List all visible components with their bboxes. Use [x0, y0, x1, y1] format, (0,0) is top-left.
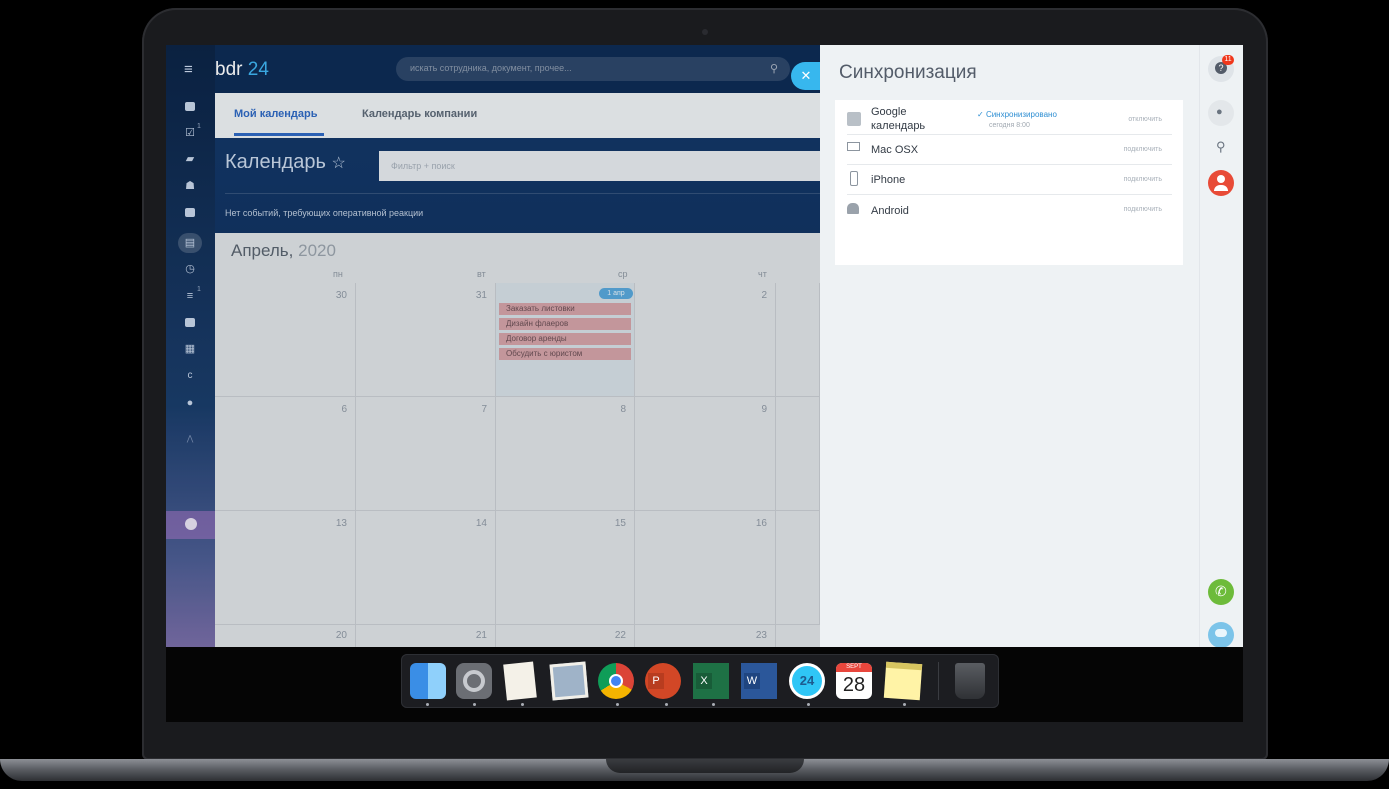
dock-separator: [938, 662, 939, 700]
sync-list: Google календарь ✓ Синхронизировано сего…: [835, 100, 1183, 265]
calendar-app-icon[interactable]: SEPT 28: [836, 663, 872, 699]
running-indicator: [426, 703, 429, 706]
user-button[interactable]: [1208, 170, 1234, 196]
panel-title: Синхронизация: [839, 62, 977, 83]
sync-row-google: Google календарь ✓ Синхронизировано сего…: [847, 102, 1172, 135]
calendar-app-day: 28: [842, 674, 866, 696]
running-indicator: [473, 703, 476, 706]
macos-dock: P X W 24 SEPT 28: [401, 654, 999, 708]
running-indicator: [712, 703, 715, 706]
sync-name: Google: [871, 106, 907, 118]
textedit-icon[interactable]: [503, 661, 537, 701]
laptop-notch: [606, 759, 804, 773]
close-icon: ✕: [800, 68, 812, 83]
connect-link[interactable]: подключить: [1124, 176, 1162, 183]
trash-icon[interactable]: [955, 663, 985, 699]
camera-icon: [702, 29, 708, 35]
close-panel-button[interactable]: ✕: [791, 62, 821, 90]
overlay-dim: [166, 45, 820, 647]
screen: ☑ 1 ▰ ☗ ▤ ◷ ≡ 1 ▦ c ● ⋀ ≡ bdr 24 искать …: [166, 45, 1243, 647]
sync-name: Mac OSX: [871, 144, 919, 156]
sync-row-android: Android подключить: [847, 194, 1172, 224]
notifications-button[interactable]: ●: [1208, 100, 1234, 126]
open-lines-button[interactable]: [1208, 622, 1234, 647]
android-icon: [847, 203, 859, 214]
sync-panel: Синхронизация Google календарь ✓ Синхрон…: [820, 45, 1243, 647]
google-calendar-icon: [847, 112, 861, 126]
phone-icon: [850, 171, 858, 186]
sync-name: iPhone: [871, 174, 906, 186]
connect-link[interactable]: подключить: [1124, 206, 1162, 213]
bell-icon: ●: [1216, 106, 1223, 118]
running-indicator: [807, 703, 810, 706]
right-rail: ? 11 ● ⚲ ✆: [1199, 45, 1243, 647]
sync-row-mac: Mac OSX подключить: [847, 134, 1172, 165]
powerpoint-icon[interactable]: P: [645, 663, 681, 699]
sync-name: календарь: [871, 120, 926, 132]
sync-name: Android: [871, 205, 909, 217]
sync-row-iphone: iPhone подключить: [847, 164, 1172, 195]
notes-icon[interactable]: [883, 661, 923, 701]
user-icon: [1217, 175, 1225, 183]
chrome-icon[interactable]: [598, 663, 634, 699]
system-preferences-icon[interactable]: [456, 663, 492, 699]
word-icon[interactable]: W: [741, 663, 777, 699]
finder-icon[interactable]: [410, 663, 446, 699]
preview-icon[interactable]: [549, 661, 589, 701]
calendar-app-month: SEPT: [836, 663, 872, 672]
disconnect-link[interactable]: отключить: [1128, 116, 1162, 123]
running-indicator: [521, 703, 524, 706]
notification-badge: 11: [1222, 55, 1234, 65]
sync-time: сегодня 8:00: [989, 122, 1030, 129]
running-indicator: [903, 703, 906, 706]
running-indicator: [665, 703, 668, 706]
sync-status: ✓ Синхронизировано: [977, 110, 1057, 119]
search-button[interactable]: ⚲: [1208, 134, 1234, 160]
connect-link[interactable]: подключить: [1124, 146, 1162, 153]
open-lines-icon: [1215, 629, 1227, 637]
phone-call-icon: ✆: [1215, 583, 1227, 599]
running-indicator: [616, 703, 619, 706]
bitrix24-icon[interactable]: 24: [789, 663, 825, 699]
monitor-icon: [847, 142, 860, 151]
search-icon: ⚲: [1216, 139, 1226, 154]
call-button[interactable]: ✆: [1208, 579, 1234, 605]
excel-icon[interactable]: X: [693, 663, 729, 699]
